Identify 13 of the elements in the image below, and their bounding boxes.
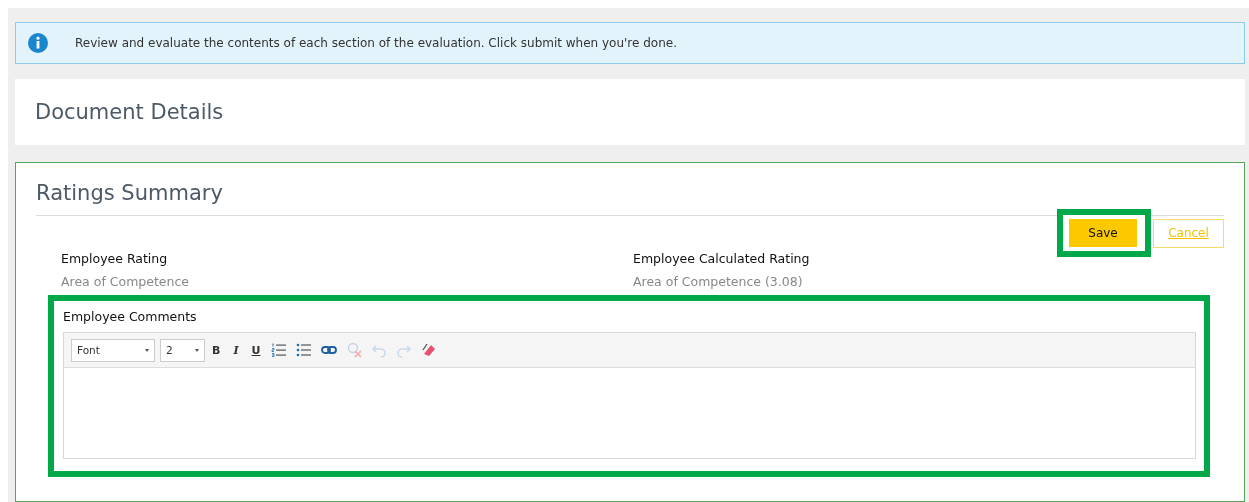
font-dropdown[interactable]: Font	[71, 338, 155, 362]
italic-button[interactable]: I	[231, 343, 241, 357]
font-size-dropdown[interactable]: 2	[160, 338, 205, 362]
rating-label: Employee Rating	[61, 251, 169, 266]
underline-button[interactable]: U	[249, 343, 263, 357]
section-title: Document Details	[35, 100, 224, 124]
rating-label: Employee Calculated Rating	[633, 251, 811, 266]
info-message: Review and evaluate the contents of each section of the evaluation. Click submit when you're done.	[75, 36, 677, 50]
bold-button[interactable]: B	[210, 343, 223, 357]
rating-value: Area of Competence	[61, 274, 190, 289]
rating-value: Area of Competence (3.08)	[633, 274, 804, 289]
field-label: Employee Comments	[63, 309, 198, 324]
save-button[interactable]: Save	[1069, 219, 1137, 247]
